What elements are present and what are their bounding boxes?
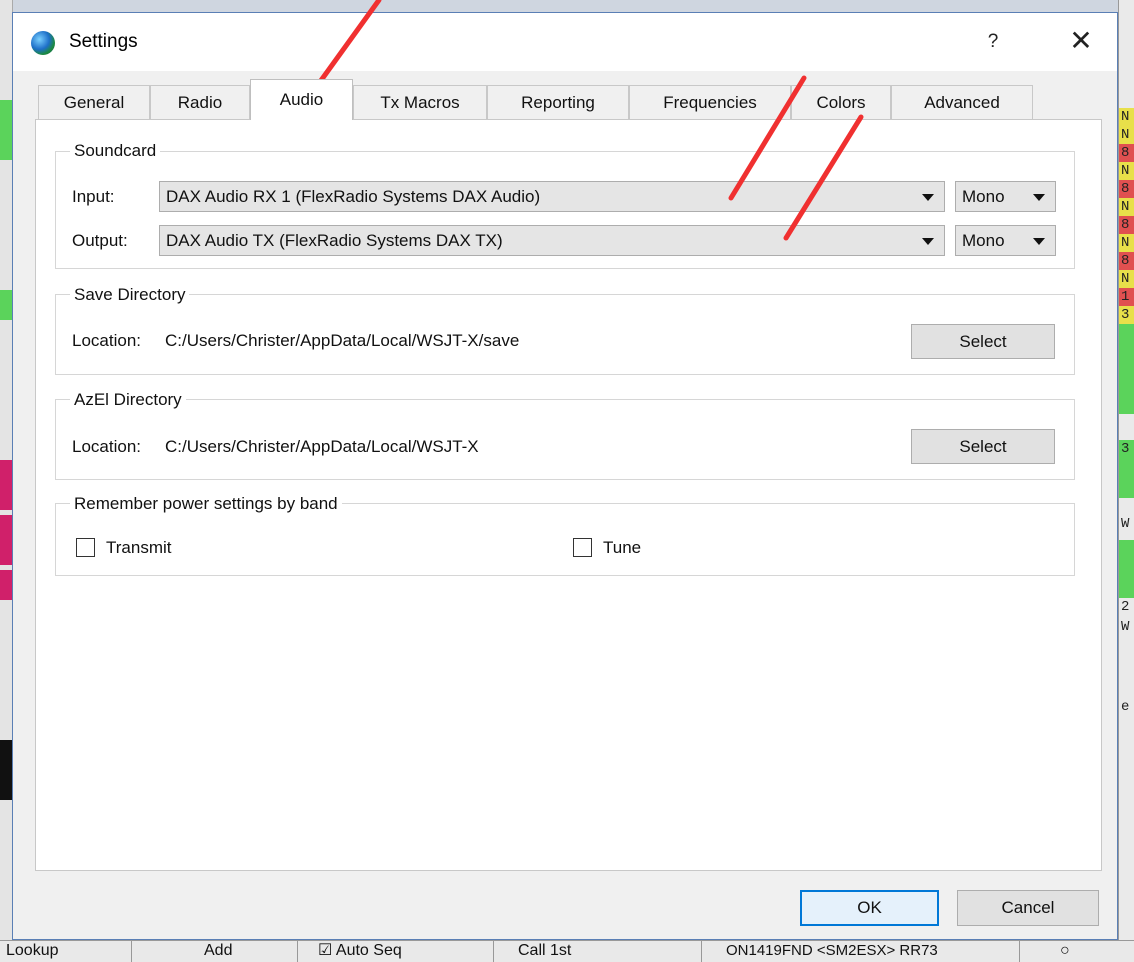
tab-general[interactable]: General <box>38 85 150 119</box>
tab-radio[interactable]: Radio <box>150 85 250 119</box>
close-button[interactable]: ✕ <box>1059 21 1103 61</box>
transmit-label: Transmit <box>106 538 172 557</box>
save-select-button[interactable]: Select <box>911 324 1055 359</box>
power-settings-group-title: Remember power settings by band <box>70 494 342 514</box>
decode-char: e <box>1121 699 1130 715</box>
decode-char: N <box>1119 234 1134 252</box>
help-button[interactable]: ? <box>973 23 1013 61</box>
auto-seq-checkbox[interactable]: ☑ Auto Seq <box>312 941 494 962</box>
output-channel-select[interactable]: Mono <box>955 225 1056 256</box>
input-channel-value: Mono <box>962 187 1005 206</box>
tx-message-field[interactable]: ON1419FND <SM2ESX> RR73 <box>720 941 1020 962</box>
output-channel-value: Mono <box>962 231 1005 250</box>
cancel-button[interactable]: Cancel <box>957 890 1099 926</box>
decode-char: 8 <box>1119 180 1134 198</box>
decode-row-green <box>0 290 12 320</box>
azel-location-path: C:/Users/Christer/AppData/Local/WSJT-X <box>165 437 479 456</box>
chevron-down-icon <box>1033 238 1045 245</box>
background-dark-block <box>0 740 12 800</box>
save-location-label: Location: <box>72 331 141 350</box>
tab-audio[interactable]: Audio <box>250 79 353 120</box>
save-location-path: C:/Users/Christer/AppData/Local/WSJT-X/s… <box>165 331 520 350</box>
call-1st-checkbox[interactable]: Call 1st <box>512 941 702 962</box>
decode-row-pink <box>0 515 12 565</box>
window-title: Settings <box>69 31 138 52</box>
input-device-value: DAX Audio RX 1 (FlexRadio Systems DAX Au… <box>166 187 541 206</box>
azel-location-label: Location: <box>72 437 141 456</box>
decode-row-green <box>0 100 12 160</box>
chevron-down-icon <box>922 238 934 245</box>
tune-label: Tune <box>603 538 642 557</box>
lookup-button[interactable]: Lookup <box>0 941 132 962</box>
radio-circle-icon[interactable]: ○ <box>1050 941 1090 962</box>
output-device-select[interactable]: DAX Audio TX (FlexRadio Systems DAX TX) <box>159 225 945 256</box>
decode-char: 8 <box>1119 144 1134 162</box>
input-device-select[interactable]: DAX Audio RX 1 (FlexRadio Systems DAX Au… <box>159 181 945 212</box>
decode-char: 8 <box>1119 216 1134 234</box>
output-device-value: DAX Audio TX (FlexRadio Systems DAX TX) <box>166 231 503 250</box>
ok-button[interactable]: OK <box>800 890 939 926</box>
tab-advanced[interactable]: Advanced <box>891 85 1033 119</box>
azel-directory-group-title: AzEl Directory <box>70 390 186 410</box>
azel-select-button[interactable]: Select <box>911 429 1055 464</box>
tab-frequencies[interactable]: Frequencies <box>629 85 791 119</box>
transmit-checkbox[interactable] <box>76 538 95 557</box>
tab-colors[interactable]: Colors <box>791 85 891 119</box>
auto-seq-label: Auto Seq <box>335 942 402 959</box>
input-label: Input: <box>72 187 115 206</box>
decode-char: 1 <box>1119 288 1134 306</box>
tab-tx-macros[interactable]: Tx Macros <box>353 85 487 119</box>
add-button[interactable]: Add <box>148 941 298 962</box>
decode-char: N <box>1119 198 1134 216</box>
decode-char: N <box>1119 162 1134 180</box>
wsjtx-globe-icon <box>31 31 55 55</box>
background-bottom-bar: Lookup Add ☑ Auto Seq Call 1st ON1419FND… <box>0 940 1134 962</box>
check-icon: ☑ <box>318 942 333 959</box>
chevron-down-icon <box>922 194 934 201</box>
decode-row-pink <box>0 570 12 600</box>
output-label: Output: <box>72 231 128 250</box>
decode-char: 8 <box>1119 252 1134 270</box>
decode-row-pink <box>0 460 12 510</box>
tab-reporting[interactable]: Reporting <box>487 85 629 119</box>
decode-char: N <box>1119 270 1134 288</box>
decode-char: 2 <box>1121 599 1130 615</box>
title-bar: Settings ? ✕ <box>13 13 1117 71</box>
decode-row-green <box>1119 458 1134 498</box>
background-window-top <box>0 0 1134 12</box>
tune-checkbox[interactable] <box>573 538 592 557</box>
decode-char: N <box>1119 108 1134 126</box>
background-right-strip: N N 8 N 8 N 8 N 8 N 1 3 3 W 2 W e <box>1118 0 1134 961</box>
decode-char: N <box>1119 126 1134 144</box>
input-channel-select[interactable]: Mono <box>955 181 1056 212</box>
soundcard-group-title: Soundcard <box>70 141 161 161</box>
decode-char: 3 <box>1119 306 1134 324</box>
decode-char: 3 <box>1119 440 1134 458</box>
decode-char: W <box>1121 619 1130 635</box>
decode-row-green <box>1119 540 1134 598</box>
decode-char: W <box>1121 516 1130 532</box>
save-directory-group-title: Save Directory <box>70 285 190 305</box>
chevron-down-icon <box>1033 194 1045 201</box>
decode-row-green <box>1119 324 1134 414</box>
